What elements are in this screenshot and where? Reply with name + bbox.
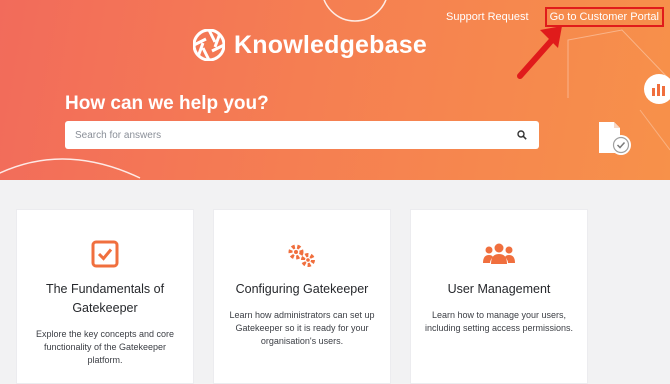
hero-banner: Support Request Go to Customer Portal Kn… [0,0,670,180]
checkbox-icon [91,240,119,273]
hero-decoration [0,0,670,179]
card-description: Learn how administrators can set up Gate… [229,310,375,346]
brand[interactable]: Knowledgebase [193,29,427,61]
card-fundamentals[interactable]: The Fundamentals of Gatekeeper Explore t… [16,209,194,384]
users-icon [482,242,516,271]
search-bar [65,121,539,149]
search-input[interactable] [75,129,515,141]
category-cards: The Fundamentals of Gatekeeper Explore t… [0,209,670,384]
document-check-icon [596,121,636,162]
hero-title: How can we help you? [65,93,269,114]
gears-icon [286,242,318,273]
card-description: Learn how to manage your users, includin… [424,310,574,333]
chart-badge-icon [643,73,670,110]
brand-name: Knowledgebase [234,30,427,59]
card-title: User Management [447,282,551,296]
card-title: The Fundamentals of Gatekeeper [45,282,165,315]
search-icon[interactable] [515,128,529,142]
aperture-logo-icon [193,29,225,61]
highlight-arrow-icon [517,26,562,79]
card-title: Configuring Gatekeeper [235,282,369,296]
card-configuring[interactable]: Configuring Gatekeeper Learn how adminis… [213,209,391,384]
card-description: Explore the key concepts and core functi… [35,329,175,365]
card-user-management[interactable]: User Management Learn how to manage your… [410,209,588,384]
